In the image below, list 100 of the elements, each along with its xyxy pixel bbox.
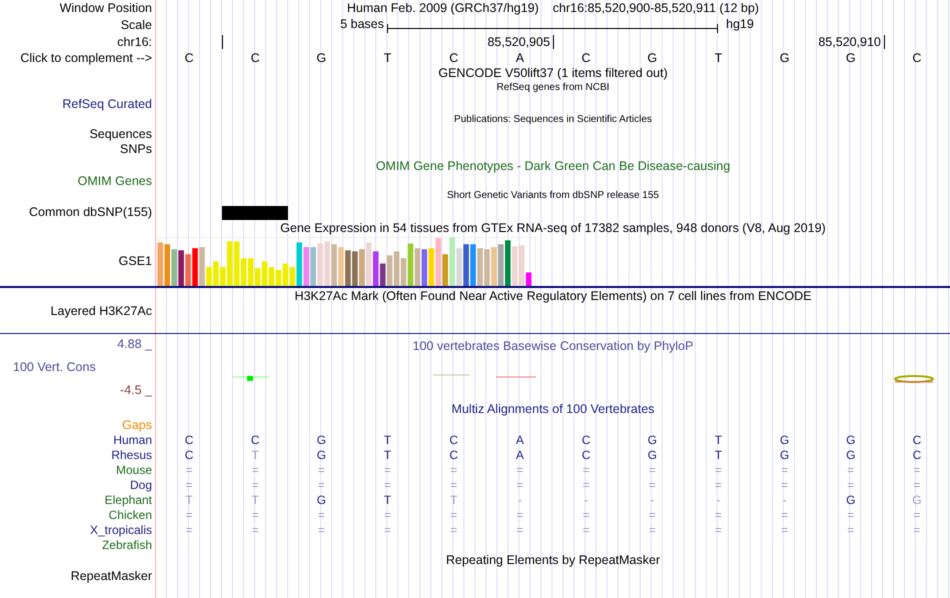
base-letter: T: [382, 50, 392, 64]
base-letter: T: [714, 50, 724, 64]
aligned-base: =: [184, 462, 194, 476]
aligned-base: =: [912, 478, 922, 492]
coordinate-label: 85,520,910: [818, 34, 881, 50]
aligned-base: =: [383, 478, 392, 492]
aligned-base: =: [648, 522, 657, 536]
species-label[interactable]: Zebrafish: [102, 538, 152, 552]
aligned-base: =: [912, 462, 922, 476]
aligned-base: A: [514, 448, 525, 462]
aligned-base: =: [449, 462, 458, 476]
track-label[interactable]: SNPs: [120, 142, 152, 156]
aligned-base: A: [514, 432, 525, 446]
track-label[interactable]: Sequences: [89, 126, 152, 140]
track-label[interactable]: RefSeq Curated: [62, 96, 152, 110]
species-label[interactable]: Rhesus: [111, 448, 152, 462]
base-letter: C: [448, 50, 460, 64]
species-label[interactable]: Dog: [130, 478, 152, 492]
aligned-base: =: [250, 462, 260, 476]
aligned-base: =: [582, 478, 591, 492]
aligned-base: =: [515, 462, 524, 476]
aligned-base: =: [582, 462, 591, 476]
aligned-base: T: [382, 492, 392, 506]
aligned-base: G: [646, 448, 658, 462]
base-letter: C: [250, 50, 261, 64]
aligned-base: C: [250, 432, 261, 446]
aligned-base: =: [316, 462, 326, 476]
track-title: RefSeq genes from NCBI: [496, 82, 610, 93]
base-letter: G: [778, 50, 790, 64]
aligned-base: =: [582, 522, 591, 536]
aligned-base: =: [316, 508, 326, 522]
track-label[interactable]: Common dbSNP(155): [29, 204, 152, 218]
aligned-base: G: [845, 432, 856, 446]
aligned-base: =: [383, 462, 392, 476]
track-label[interactable]: GSE1: [118, 254, 152, 268]
aligned-base: T: [250, 448, 260, 462]
row-label: Window Position: [60, 1, 152, 15]
track-title: H3K27Ac Mark (Often Found Near Active Regulatory Elements) on 7 cell lines from ENCODE: [294, 288, 812, 302]
axis-min-label: -4.5 _: [120, 383, 152, 397]
aligned-base: =: [449, 508, 458, 522]
variant-bar: [222, 206, 288, 220]
species-label[interactable]: Elephant: [104, 492, 152, 506]
aligned-base: G: [316, 432, 328, 446]
coordinate-tick: [222, 35, 223, 49]
assembly-text: hg19: [726, 16, 754, 32]
aligned-base: -: [715, 492, 722, 506]
track-title: GENCODE V50lift37 (1 items filtered out): [438, 66, 668, 80]
complement-link[interactable]: Click to complement -->: [20, 50, 152, 64]
aligned-base: =: [912, 522, 922, 536]
aligned-base: -: [516, 492, 523, 506]
base-letter: G: [646, 50, 658, 64]
species-label[interactable]: Chicken: [108, 508, 152, 522]
aligned-base: G: [778, 432, 790, 446]
species-label[interactable]: Mouse: [116, 462, 152, 476]
aligned-base: -: [782, 492, 788, 506]
aligned-base: =: [582, 508, 591, 522]
track-title: OMIM Gene Phenotypes - Dark Green Can Be Disease-causing: [376, 158, 730, 172]
coordinate-label: 85,520,905: [487, 34, 550, 50]
aligned-base: C: [184, 432, 194, 446]
track-label[interactable]: Layered H3K27Ac: [50, 304, 152, 318]
base-letter: A: [514, 50, 526, 64]
aligned-base: =: [714, 462, 723, 476]
axis-max-label: 4.88 _: [117, 337, 152, 351]
aligned-base: =: [383, 522, 392, 536]
aligned-base: =: [515, 522, 524, 536]
aligned-base: =: [515, 508, 524, 522]
track-label[interactable]: 100 Vert. Cons: [13, 360, 96, 374]
aligned-base: =: [780, 462, 790, 476]
base-letter: C: [184, 50, 195, 64]
track-title: Repeating Elements by RepeatMasker: [446, 553, 660, 567]
species-label[interactable]: X_tropicalis: [90, 522, 152, 536]
track-label[interactable]: OMIM Genes: [78, 174, 152, 188]
aligned-base: =: [383, 508, 392, 522]
row-label: Scale: [120, 18, 152, 32]
base-letter: G: [844, 50, 857, 64]
aligned-base: C: [580, 432, 592, 446]
aligned-base: C: [912, 432, 922, 446]
aligned-base: =: [648, 508, 657, 522]
aligned-base: G: [778, 448, 790, 462]
aligned-base: T: [382, 448, 392, 462]
aligned-base: =: [714, 522, 723, 536]
assembly-text: Human Feb. 2009 (GRCh37/hg19): [347, 1, 539, 15]
aligned-base: =: [780, 522, 790, 536]
aligned-base: =: [714, 478, 723, 492]
aligned-base: =: [846, 478, 856, 492]
aligned-base: T: [250, 492, 260, 506]
position-text: chr16:85,520,900-85,520,911 (12 bp): [552, 1, 759, 15]
base-letter: G: [316, 50, 328, 64]
aligned-base: C: [912, 448, 922, 462]
track-label[interactable]: RepeatMasker: [70, 569, 152, 583]
aligned-base: =: [316, 478, 326, 492]
species-label[interactable]: Human: [113, 432, 152, 446]
aligned-base: =: [316, 522, 326, 536]
track-title: 100 vertebrates Basewise Conservation by PhyloP: [412, 338, 694, 352]
aligned-base: C: [448, 432, 460, 446]
track-title: Multiz Alignments of 100 Vertebrates: [452, 402, 654, 416]
aligned-base: =: [846, 522, 856, 536]
aligned-base: =: [846, 508, 856, 522]
aligned-base: =: [449, 478, 458, 492]
aligned-base: C: [448, 448, 460, 462]
